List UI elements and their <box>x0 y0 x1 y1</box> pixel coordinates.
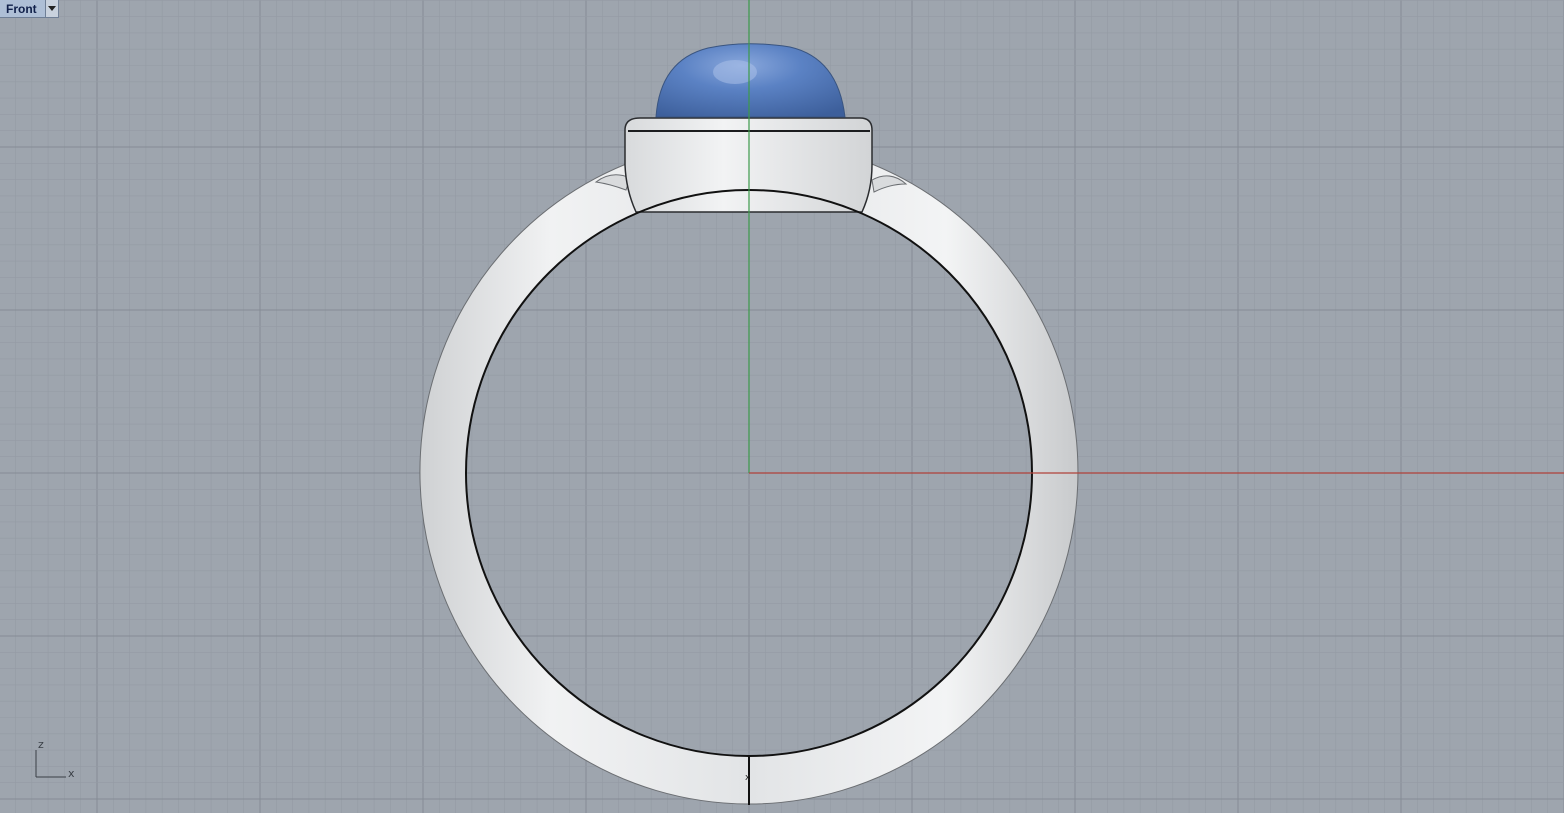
chevron-down-icon[interactable] <box>45 0 59 18</box>
gemstone-highlight <box>713 60 757 84</box>
viewport-title[interactable]: Front <box>0 0 46 18</box>
axis-indicator <box>35 750 66 778</box>
viewport-canvas[interactable]: x <box>0 0 1564 813</box>
seam-marker: x <box>745 773 751 783</box>
axis-indicator-z-label: z <box>38 738 44 751</box>
viewport-title-tab[interactable]: Front <box>0 0 59 18</box>
axis-indicator-x-label: x <box>68 767 75 780</box>
front-viewport[interactable]: x Front z x <box>0 0 1564 813</box>
